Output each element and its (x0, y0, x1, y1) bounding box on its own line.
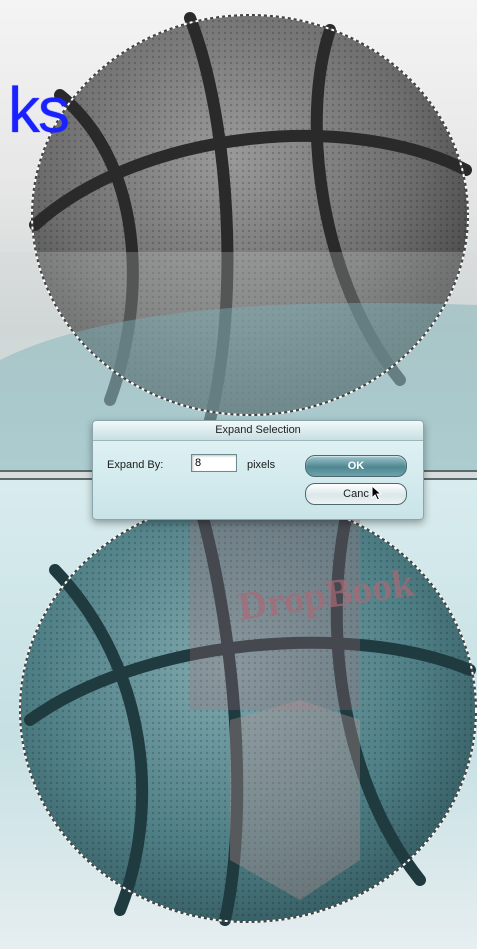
expand-selection-dialog: Expand Selection Expand By: pixels OK Ca… (92, 420, 424, 520)
arrow-cursor-icon (371, 485, 383, 501)
ok-button[interactable]: OK (305, 455, 407, 477)
basketball-image-before (0, 12, 477, 470)
watermark-shape (230, 700, 360, 900)
expand-by-label: Expand By: (107, 459, 164, 471)
expand-by-input[interactable] (191, 454, 237, 472)
cancel-button[interactable]: Canc (305, 483, 407, 505)
image-panel-before (0, 0, 477, 472)
dialog-title: Expand Selection (93, 421, 423, 441)
image-panel-after: DropBook (0, 478, 477, 949)
units-label: pixels (247, 459, 276, 471)
basketball-image-after: DropBook (19, 484, 477, 926)
